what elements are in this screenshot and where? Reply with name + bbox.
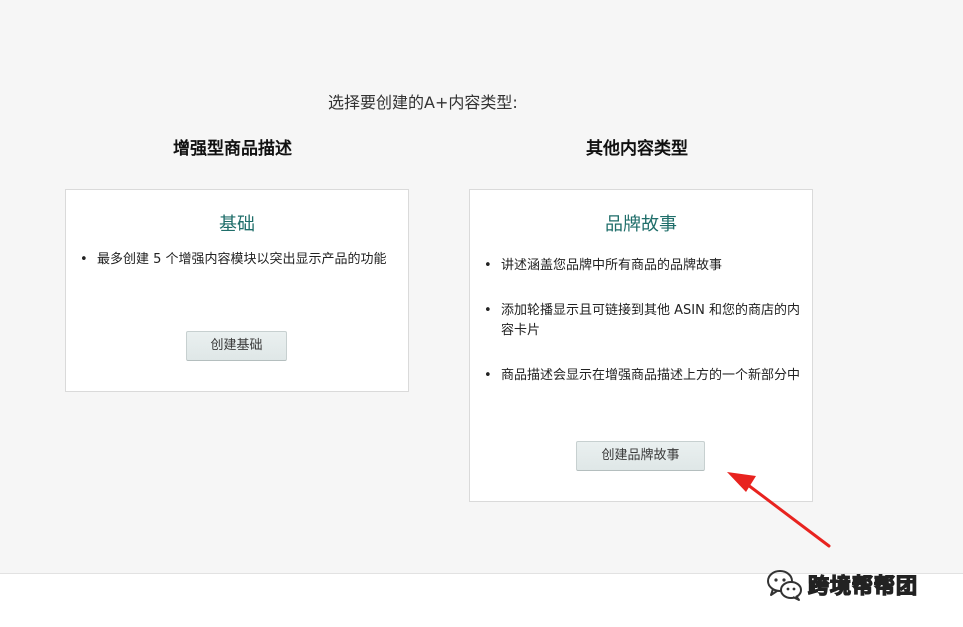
enhanced-description-heading: 增强型商品描述 [173, 139, 292, 159]
list-item: • 讲述涵盖您品牌中所有商品的品牌故事 [484, 256, 802, 276]
content-type-panel: 选择要创建的A+内容类型: 增强型商品描述 其他内容类型 基础 • 最多创建 5… [0, 0, 963, 574]
brand-story-card-title: 品牌故事 [605, 214, 677, 235]
basic-card: 基础 • 最多创建 5 个增强内容模块以突出显示产品的功能 创建基础 [65, 189, 409, 392]
other-content-types-heading: 其他内容类型 [586, 139, 688, 159]
bullet-icon: • [484, 368, 492, 383]
watermark-text: 跨境帮帮团 [807, 573, 918, 598]
basic-card-title: 基础 [219, 214, 255, 235]
list-item: • 商品描述会显示在增强商品描述上方的一个新部分中 [484, 366, 802, 386]
basic-card-bullets: • 最多创建 5 个增强内容模块以突出显示产品的功能 [80, 250, 398, 270]
bullet-icon: • [80, 252, 88, 267]
page-prompt: 选择要创建的A+内容类型: [328, 93, 518, 112]
bullet-text: 商品描述会显示在增强商品描述上方的一个新部分中 [501, 368, 801, 383]
bullet-icon: • [484, 258, 492, 273]
bullet-text: 讲述涵盖您品牌中所有商品的品牌故事 [501, 258, 723, 273]
bullet-text: 添加轮播显示且可链接到其他 ASIN 和您的商店的内容卡片 [501, 303, 800, 338]
list-item: • 添加轮播显示且可链接到其他 ASIN 和您的商店的内容卡片 [484, 301, 802, 341]
bullet-icon: • [484, 303, 492, 318]
watermark: 跨境帮帮团 [764, 566, 918, 604]
create-brand-story-button[interactable]: 创建品牌故事 [576, 441, 705, 471]
wechat-icon [767, 570, 802, 601]
create-basic-button[interactable]: 创建基础 [186, 331, 287, 361]
brand-story-card-bullets: • 讲述涵盖您品牌中所有商品的品牌故事 • 添加轮播显示且可链接到其他 ASIN… [484, 256, 802, 411]
brand-story-card: 品牌故事 • 讲述涵盖您品牌中所有商品的品牌故事 • 添加轮播显示且可链接到其他… [469, 189, 813, 502]
bullet-text: 最多创建 5 个增强内容模块以突出显示产品的功能 [97, 252, 387, 267]
list-item: • 最多创建 5 个增强内容模块以突出显示产品的功能 [80, 250, 398, 270]
